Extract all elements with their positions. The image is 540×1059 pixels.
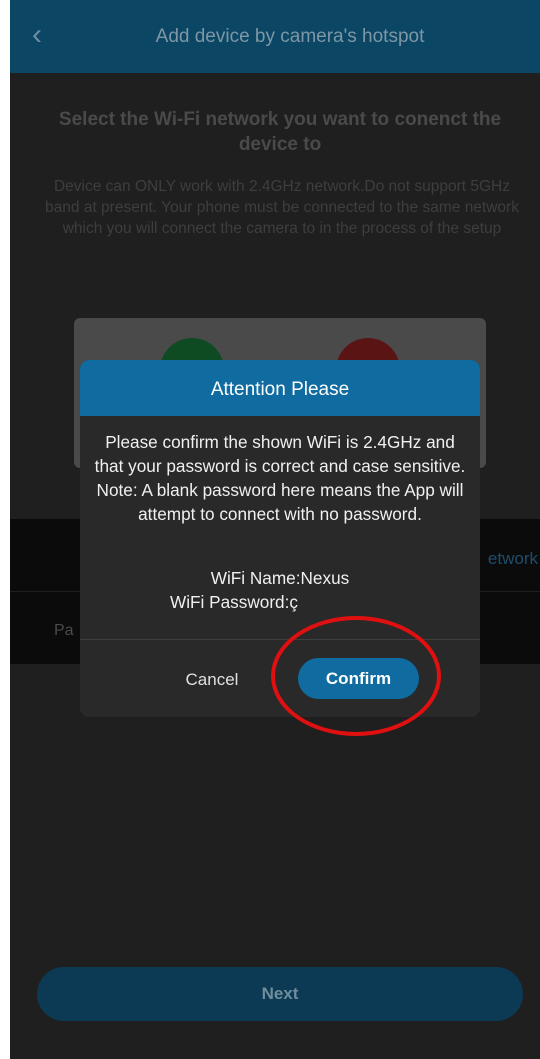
dialog-message: Please confirm the shown WiFi is 2.4GHz … (94, 432, 466, 524)
section-heading: Select the Wi-Fi network you want to con… (58, 109, 502, 155)
wifi-name-text: WiFi Name:Nexus (210, 568, 350, 588)
next-button[interactable]: Next (37, 967, 523, 1021)
password-label: Pa (54, 622, 74, 639)
cancel-button[interactable]: Cancel (160, 660, 264, 700)
wifi-password-text: WiFi Password:ç (170, 592, 298, 612)
app-bar: ‹ Add device by camera's hotspot (10, 0, 540, 73)
app-screen: ‹ Add device by camera's hotspot Select … (10, 0, 540, 1059)
network-description: Device can ONLY work with 2.4GHz network… (45, 178, 519, 237)
highlight-circle (271, 616, 441, 736)
change-network-link[interactable]: etwork (488, 549, 538, 569)
page-title: Add device by camera's hotspot (155, 26, 425, 47)
dialog-title: Attention Please (80, 360, 480, 416)
